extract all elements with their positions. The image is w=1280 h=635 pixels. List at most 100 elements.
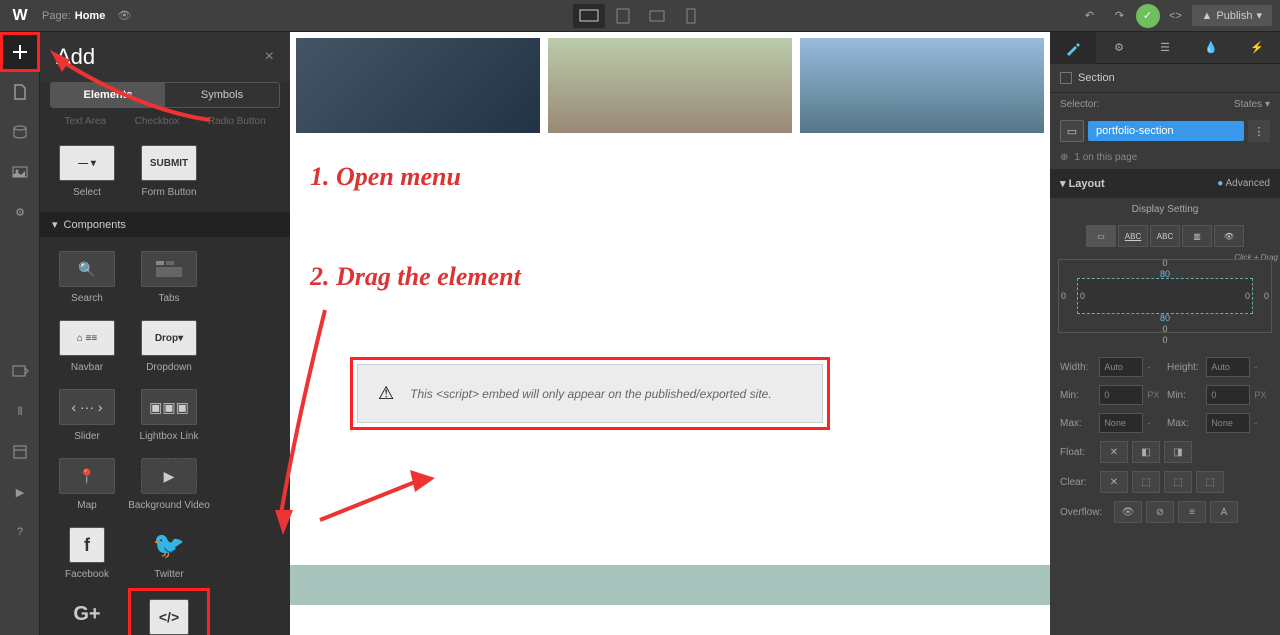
help-icon[interactable]: ? <box>0 512 40 552</box>
googleplus-element[interactable]: G+Google+ <box>46 588 128 635</box>
section-checkbox[interactable] <box>1060 72 1072 84</box>
selector-class-chip[interactable]: portfolio-section <box>1088 121 1244 141</box>
portfolio-image[interactable] <box>800 38 1044 133</box>
navbar-element[interactable]: ⌂ ≡≡Navbar <box>46 312 128 381</box>
float-left-button[interactable]: ◧ <box>1132 441 1160 463</box>
annotation-step2: 2. Drag the element <box>310 262 521 292</box>
select-label: Select <box>73 187 101 198</box>
embed-placeholder[interactable]: ⚠ This <script> embed will only appear o… <box>357 364 823 423</box>
form-button-label: Form Button <box>141 187 196 198</box>
redo-button[interactable]: ↷ <box>1106 4 1134 28</box>
overflow-auto-button[interactable]: A <box>1210 501 1238 523</box>
display-block-button[interactable]: ▭ <box>1086 225 1116 247</box>
max-height-input[interactable] <box>1206 413 1250 433</box>
max-width-input[interactable] <box>1099 413 1143 433</box>
pages-icon[interactable] <box>0 72 40 112</box>
overflow-visible-button[interactable]: 👁 <box>1114 501 1142 523</box>
width-label: Width: <box>1060 362 1095 373</box>
left-rail: ⚙ ⫴ ▶ ? <box>0 32 40 635</box>
tablet-landscape-button[interactable] <box>641 4 673 28</box>
tabs-element[interactable]: Tabs <box>128 243 210 312</box>
float-right-button[interactable]: ◨ <box>1164 441 1192 463</box>
close-icon[interactable]: × <box>265 48 274 66</box>
desktop-device-button[interactable] <box>573 4 605 28</box>
device-switcher <box>573 4 707 28</box>
code-export-button[interactable]: <> <box>1162 4 1190 28</box>
section-divider <box>290 565 1050 605</box>
selector-menu-icon[interactable]: ⋮ <box>1248 120 1270 142</box>
navbar-icon: ⌂ ≡≡ <box>59 320 115 356</box>
display-flex-button[interactable]: ▥ <box>1182 225 1212 247</box>
navigator-icon[interactable] <box>0 352 40 392</box>
style-tab-icon[interactable] <box>1050 32 1096 64</box>
page-name[interactable]: Home <box>75 10 106 22</box>
video-icon[interactable]: ▶ <box>0 472 40 512</box>
add-elements-button[interactable] <box>0 32 40 72</box>
mobile-device-button[interactable] <box>675 4 707 28</box>
section-label: Section <box>1078 72 1115 84</box>
settings-icon[interactable]: ⚙ <box>0 192 40 232</box>
select-element[interactable]: — ▾ Select <box>46 137 128 206</box>
components-section-header[interactable]: ▾ Components <box>40 212 290 237</box>
page-label: Page: <box>42 10 71 22</box>
clear-left-button[interactable]: ⬚ <box>1132 471 1160 493</box>
display-inline-block-button[interactable]: ABC <box>1118 225 1148 247</box>
selector-device-icon[interactable]: ▭ <box>1060 120 1084 142</box>
float-none-button[interactable]: ✕ <box>1100 441 1128 463</box>
preview-icon[interactable]: 👁 <box>117 9 131 22</box>
top-toolbar: W Page: Home 👁 ↶ ↷ ✓ <> ▲Publish▾ <box>0 0 1280 32</box>
cms-icon[interactable] <box>0 112 40 152</box>
dropdown-element[interactable]: Drop ▾Dropdown <box>128 312 210 381</box>
settings-tab-icon[interactable]: ⚙ <box>1096 32 1142 64</box>
undo-button[interactable]: ↶ <box>1076 4 1104 28</box>
display-none-button[interactable]: 👁 <box>1214 225 1244 247</box>
display-inline-button[interactable]: ABC <box>1150 225 1180 247</box>
checkbox-label: Checkbox <box>135 116 179 127</box>
elements-tab[interactable]: Elements <box>51 83 165 107</box>
layout-section-header[interactable]: ▾ Layout ● Advanced <box>1050 169 1280 198</box>
clear-none-button[interactable]: ✕ <box>1100 471 1128 493</box>
min-width-input[interactable] <box>1099 385 1143 405</box>
overflow-scroll-button[interactable]: ≡ <box>1178 501 1206 523</box>
bg-video-element[interactable]: ▶Background Video <box>128 450 210 519</box>
symbols-tab[interactable]: Symbols <box>165 83 279 107</box>
embed-element[interactable]: </>Embed <box>128 588 210 635</box>
googleplus-icon: G+ <box>59 596 115 632</box>
overflow-hidden-button[interactable]: ⊘ <box>1146 501 1174 523</box>
embed-placeholder-highlight: ⚠ This <script> embed will only appear o… <box>350 357 830 430</box>
clear-right-button[interactable]: ⬚ <box>1164 471 1192 493</box>
portfolio-image[interactable] <box>548 38 792 133</box>
publish-button[interactable]: ▲Publish▾ <box>1192 5 1273 26</box>
lightbox-element[interactable]: ▣▣▣Lightbox Link <box>128 381 210 450</box>
right-panel-tabs: ⚙ ☰ 💧 ⚡ <box>1050 32 1280 64</box>
width-input[interactable] <box>1099 357 1143 377</box>
min-height-input[interactable] <box>1206 385 1250 405</box>
interactions-tab-icon[interactable]: 💧 <box>1188 32 1234 64</box>
height-input[interactable] <box>1206 357 1250 377</box>
audit-icon[interactable]: ⫴ <box>0 392 40 432</box>
assets-icon[interactable] <box>0 152 40 192</box>
spacing-box-model[interactable]: Click + Drag 0 0 0 0 80 80 0 0 0 <box>1050 251 1280 353</box>
tablet-device-button[interactable] <box>607 4 639 28</box>
lightning-tab-icon[interactable]: ⚡ <box>1234 32 1280 64</box>
webflow-logo[interactable]: W <box>8 4 32 28</box>
clear-both-button[interactable]: ⬚ <box>1196 471 1224 493</box>
portfolio-image[interactable] <box>296 38 540 133</box>
twitter-element[interactable]: 🐦Twitter <box>128 519 210 588</box>
facebook-element[interactable]: fFacebook <box>46 519 128 588</box>
embed-notice-text: This <script> embed will only appear on … <box>410 387 772 401</box>
portfolio-image-row <box>290 32 1050 139</box>
lightbox-icon: ▣▣▣ <box>141 389 197 425</box>
structure-icon[interactable] <box>0 432 40 472</box>
style-manager-tab-icon[interactable]: ☰ <box>1142 32 1188 64</box>
search-element[interactable]: 🔍Search <box>46 243 128 312</box>
radio-label: Radio Button <box>208 116 266 127</box>
form-button-element[interactable]: SUBMIT Form Button <box>128 137 210 206</box>
save-check-button[interactable]: ✓ <box>1136 4 1160 28</box>
slider-element[interactable]: ‹ ··· ›Slider <box>46 381 128 450</box>
map-element[interactable]: 📍Map <box>46 450 128 519</box>
design-canvas[interactable]: 1. Open menu 2. Drag the element ⚠ This … <box>290 32 1050 635</box>
display-setting-buttons: ▭ ABC ABC ▥ 👁 <box>1050 221 1280 251</box>
states-dropdown[interactable]: States ▾ <box>1234 99 1270 110</box>
twitter-icon: 🐦 <box>141 527 197 563</box>
